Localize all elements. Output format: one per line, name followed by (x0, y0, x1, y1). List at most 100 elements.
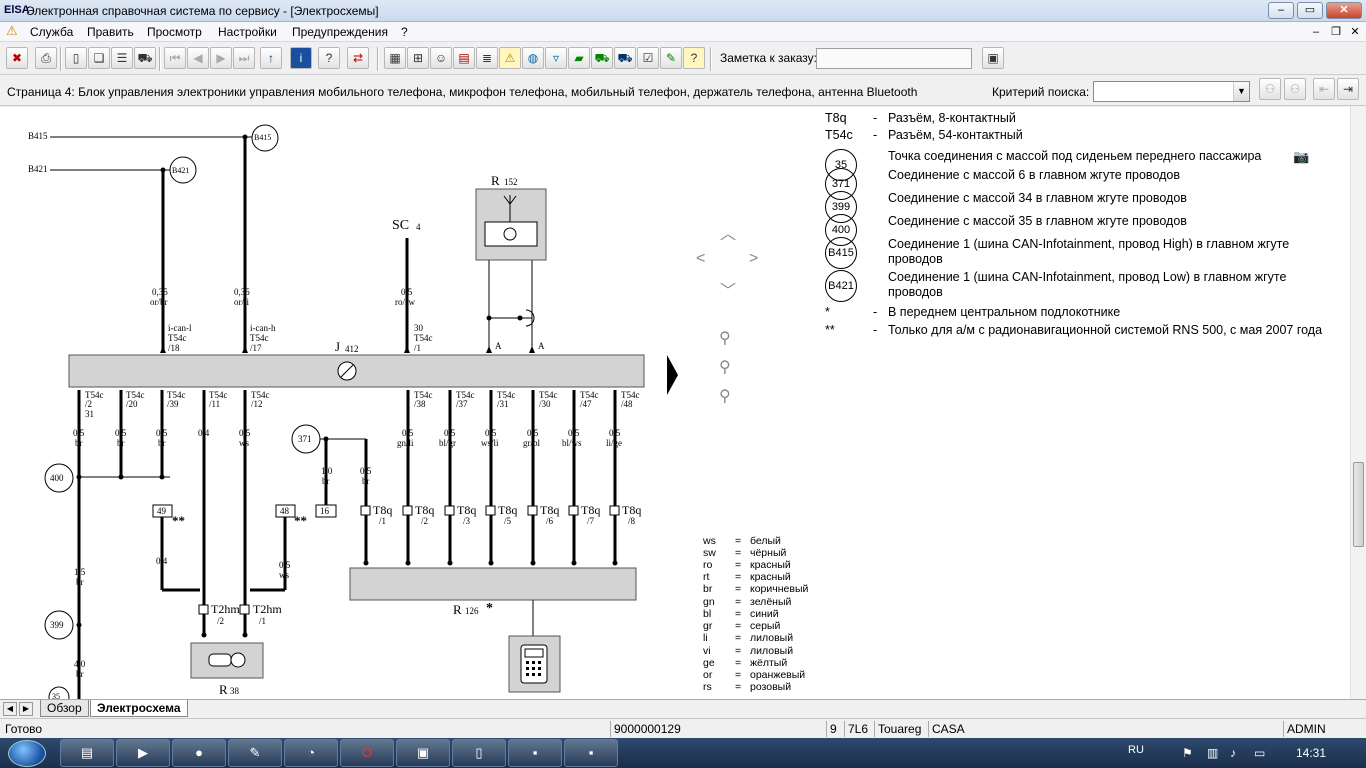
calc-icon[interactable]: ▦ (384, 47, 406, 69)
globe-icon[interactable]: ◍ (522, 47, 544, 69)
wire-signal: 30 (414, 323, 423, 333)
t8q-pin: /8 (628, 516, 636, 526)
menu-edit[interactable]: Править (87, 25, 134, 39)
status-c1: 9 (826, 721, 844, 737)
alert-icon[interactable]: ⚠ (499, 47, 521, 69)
new-doc-icon[interactable]: ▯ (65, 47, 87, 69)
taskbar: ▤ ▶ ● ✎ ◔ O ▣ ▯ ▪ ▪ RU ⚑ ▥ ♪ ▭ 14:31 (0, 738, 1366, 768)
info-icon[interactable]: i (290, 47, 312, 69)
chevron-down-icon[interactable]: ▼ (1233, 82, 1249, 101)
question-doc-icon[interactable]: ? (683, 47, 705, 69)
camera-icon[interactable]: 📷 (1293, 149, 1309, 165)
truck-icon[interactable]: ⛟ (614, 47, 636, 69)
tab-scroll-left-icon[interactable]: ◀ (3, 702, 17, 716)
grid-icon[interactable]: ⊞ (407, 47, 429, 69)
minimize-button[interactable]: – (1268, 2, 1294, 19)
prev-page-icon[interactable]: ◀ (187, 47, 209, 69)
tab-overview[interactable]: Обзор (40, 700, 89, 717)
pin-number: /11 (209, 399, 221, 409)
wire-conn: T54c (168, 333, 187, 343)
next-page-icon[interactable]: ▶ (210, 47, 232, 69)
tools-icon[interactable]: ✎ (660, 47, 682, 69)
car-icon[interactable]: ⛟ (134, 47, 156, 69)
app-icon-1[interactable]: ● (172, 739, 226, 767)
separator (60, 47, 62, 71)
toolbar: ✖ ⎙ ▯ ❏ ☰ ⛟ ⏮ ◀ ▶ ⏭ ↑ i ? ⇄ ▦ ⊞ ☺ ▤ ≣ ⚠ … (0, 43, 1366, 75)
wire-pin: /18 (168, 343, 180, 353)
wire-size: 1,5 (74, 567, 86, 577)
pan-right-icon[interactable]: > (749, 250, 758, 268)
mdi-minimize-icon[interactable]: – (1308, 25, 1324, 39)
language-indicator[interactable]: RU (1128, 744, 1144, 756)
pin-icon[interactable]: ✎ (228, 739, 282, 767)
text-icon[interactable]: ≣ (476, 47, 498, 69)
maximize-button[interactable]: ▭ (1297, 2, 1323, 19)
menu-warnings[interactable]: Предупреждения (292, 25, 388, 39)
network-icon[interactable]: ▥ (1207, 746, 1218, 760)
doc-list-icon[interactable]: ☰ (111, 47, 133, 69)
zoom-fit-icon[interactable]: ⚲ (719, 328, 731, 348)
color-code: ws (703, 535, 716, 547)
first-page-icon[interactable]: ⏮ (164, 47, 186, 69)
search-people-2-icon[interactable]: ⚇ (1284, 78, 1306, 100)
zoom-in-icon[interactable]: ⚲ (719, 357, 731, 377)
netech-icon[interactable]: ▪ (564, 739, 618, 767)
t8q-pin: /7 (587, 516, 595, 526)
close-button[interactable]: ✕ (1326, 2, 1362, 19)
legend-circle: B415 (825, 237, 857, 269)
clock[interactable]: 14:31 (1296, 746, 1326, 760)
explorer-icon[interactable]: ▤ (60, 739, 114, 767)
vehicle-icon[interactable]: ⛟ (591, 47, 613, 69)
scrollbar-thumb[interactable] (1353, 462, 1364, 547)
book-icon[interactable]: ▤ (453, 47, 475, 69)
pan-left-icon[interactable]: < (696, 250, 705, 268)
print-icon[interactable]: ⎙ (35, 47, 57, 69)
search-next-icon[interactable]: ⇥ (1337, 78, 1359, 100)
last-page-icon[interactable]: ⏭ (233, 47, 255, 69)
app-icon-2[interactable]: ▪ (508, 739, 562, 767)
search-prev-icon[interactable]: ⇤ (1313, 78, 1335, 100)
flag-icon[interactable]: ⚑ (1182, 746, 1193, 760)
menu-help[interactable]: ? (401, 25, 408, 39)
bucket-icon[interactable]: ▿ (545, 47, 567, 69)
color-name: белый (750, 535, 781, 547)
j412-number: 412 (345, 344, 359, 354)
mdi-restore-icon[interactable]: ❐ (1328, 25, 1344, 39)
t8q-pin: /5 (504, 516, 512, 526)
search-combobox[interactable]: ▼ (1093, 81, 1250, 102)
note-save-icon[interactable]: ▣ (982, 47, 1004, 69)
help-icon[interactable]: ? (318, 47, 340, 69)
green-book-icon[interactable]: ▰ (568, 47, 590, 69)
search-people-icon[interactable]: ⚇ (1259, 78, 1281, 100)
wire-size: 0,5 (402, 428, 414, 438)
tab-scroll-right-icon[interactable]: ▶ (19, 702, 33, 716)
media-icon[interactable]: ▶ (116, 739, 170, 767)
diagram-viewport[interactable]: B415 B421 B415 B421 0,35 or/br i-can-l T… (0, 107, 1350, 699)
vertical-scrollbar[interactable] (1350, 107, 1366, 699)
tab-wiring[interactable]: Электросхема (90, 700, 188, 717)
start-button[interactable] (8, 740, 46, 767)
volume-icon[interactable]: ♪ (1230, 746, 1236, 760)
up-level-icon[interactable]: ↑ (260, 47, 282, 69)
zoom-out-icon[interactable]: ⚲ (719, 386, 731, 406)
ground-400-label: 400 (50, 473, 64, 483)
elsa-taskbar-icon[interactable]: ▣ (396, 739, 450, 767)
users-icon[interactable]: ☺ (430, 47, 452, 69)
exit-icon[interactable]: ✖ (6, 47, 28, 69)
speedometer-icon[interactable]: ◔ (284, 739, 338, 767)
checklist-icon[interactable]: ☑ (637, 47, 659, 69)
menu-settings[interactable]: Настройки (218, 25, 277, 39)
pan-down-icon[interactable]: ﹀ (720, 277, 736, 301)
copy-doc-icon[interactable]: ❏ (88, 47, 110, 69)
mdi-close-icon[interactable]: ✕ (1347, 25, 1363, 39)
menu-view[interactable]: Просмотр (147, 25, 202, 39)
pan-up-icon[interactable]: ︿ (720, 220, 736, 244)
opera-icon[interactable]: O (340, 739, 394, 767)
status-text: Готово (5, 722, 43, 736)
swap-icon[interactable]: ⇄ (347, 47, 369, 69)
order-note-input[interactable] (816, 48, 972, 69)
monitor-icon[interactable]: ▭ (1254, 746, 1265, 760)
menu-service[interactable]: Служба (30, 25, 73, 39)
notepad-icon[interactable]: ▯ (452, 739, 506, 767)
wire-pin: /17 (250, 343, 262, 353)
